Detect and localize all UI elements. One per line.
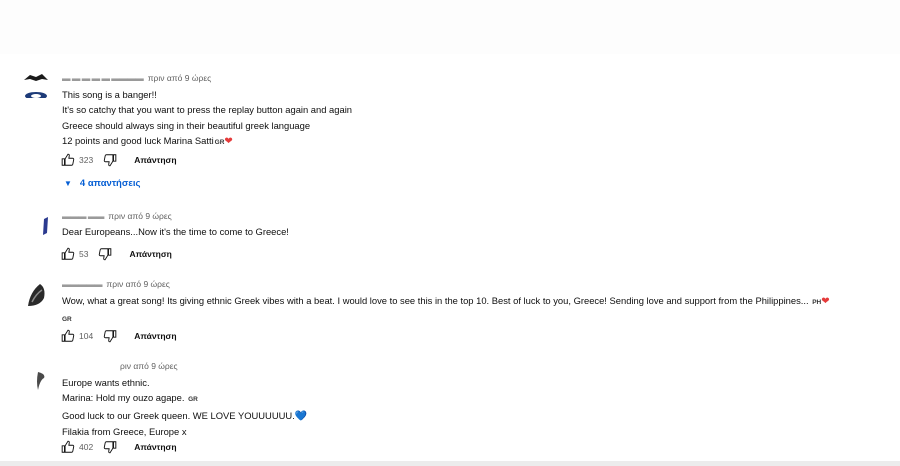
avatar-image <box>28 284 45 306</box>
comment-actions: 323 Απάντηση <box>60 151 177 169</box>
blue-heart-icon: 💙 <box>294 410 308 422</box>
view-replies-button[interactable]: ▼ 4 απαντήσεις <box>64 178 140 189</box>
comment-line-first: Wow, what a great song! Its giving ethni… <box>62 293 830 310</box>
comment-text: This song is a banger!! It's so catchy t… <box>62 87 352 150</box>
thumbs-up-icon[interactable] <box>60 328 76 344</box>
comment-meta: ▬ ▬ ▬ ▬ ▬ ▬▬▬▬ πριν από 9 ώρες <box>62 73 211 83</box>
comment-line: This song is a banger!! <box>62 89 157 100</box>
comment-line: Wow, what a great song! Its giving ethni… <box>62 295 809 306</box>
comment-line: It's so catchy that you want to press th… <box>62 104 352 116</box>
comment-line-second: GR <box>62 310 830 327</box>
flag-text: GR <box>188 396 198 404</box>
flag-text: GR <box>62 316 72 324</box>
bottom-divider <box>0 461 900 466</box>
thumbs-down-icon[interactable] <box>97 246 113 262</box>
flag-text: PH <box>812 299 822 306</box>
comment-line: 12 points and good luck Marina Satti <box>62 134 214 146</box>
caret-down-icon: ▼ <box>64 179 72 188</box>
comment-meta: ▬▬▬▬▬ πριν από 9 ώρες <box>62 279 170 289</box>
replies-label: 4 απαντήσεις <box>79 178 141 189</box>
author-name[interactable]: ▬ ▬ ▬ ▬ ▬ ▬▬▬▬ <box>62 73 144 83</box>
comment-line: Dear Europeans...Now it's the time to co… <box>62 226 289 237</box>
comment-text: Dear Europeans...Now it's the time to co… <box>62 224 289 239</box>
thumbs-down-icon[interactable] <box>102 439 118 455</box>
comment-actions: 402 Απάντηση <box>60 438 177 456</box>
thumbs-down-icon[interactable] <box>102 328 118 344</box>
comment-line-second: Marina: Hold my ouzo agape. GR <box>62 390 307 407</box>
comment-line: Europe wants ethnic. <box>62 377 150 388</box>
comment-actions: 53 Απάντηση <box>60 245 172 263</box>
comment-text: Wow, what a great song! Its giving ethni… <box>62 293 830 328</box>
timestamp[interactable]: πριν από 9 ώρες <box>108 211 172 221</box>
red-heart-icon: ❤ <box>821 296 830 307</box>
reply-button[interactable]: Απάντηση <box>129 249 171 259</box>
avatar[interactable] <box>22 368 50 396</box>
like-count: 323 <box>79 155 94 165</box>
comment-text: Europe wants ethnic. Marina: Hold my ouz… <box>62 375 307 439</box>
top-band <box>0 0 900 54</box>
avatar[interactable] <box>22 280 50 308</box>
comment-line-last: 12 points and good luck Marina SattiGR❤ <box>62 133 352 150</box>
comment-line: Good luck to our Greek queen. WE LOVE YO… <box>62 409 295 421</box>
like-count: 104 <box>79 331 94 341</box>
flag-text: GR <box>214 138 225 146</box>
comment-line: Marina: Hold my ouzo agape. <box>62 392 185 404</box>
timestamp[interactable]: ριν από 9 ώρες <box>120 361 178 371</box>
like-count: 402 <box>79 442 94 452</box>
comment-meta: ▬▬▬ ▬▬ πριν από 9 ώρες <box>62 211 172 221</box>
thumbs-down-icon[interactable] <box>102 152 118 168</box>
comment-line: Filakia from Greece, Europe x <box>62 425 187 437</box>
reply-button[interactable]: Απάντηση <box>134 442 176 452</box>
avatar[interactable] <box>22 70 50 100</box>
timestamp[interactable]: πριν από 9 ώρες <box>148 73 212 83</box>
comment-actions: 104 Απάντηση <box>60 327 177 345</box>
thumbs-up-icon[interactable] <box>60 439 76 455</box>
thumbs-up-icon[interactable] <box>60 152 76 168</box>
thumbs-up-icon[interactable] <box>60 246 76 262</box>
reply-button[interactable]: Απάντηση <box>134 155 176 165</box>
author-name[interactable]: ▬▬▬▬▬ <box>62 279 103 289</box>
red-heart-icon: ❤ <box>224 135 233 147</box>
like-count: 53 <box>79 249 89 259</box>
timestamp[interactable]: πριν από 9 ώρες <box>106 279 170 289</box>
reply-button[interactable]: Απάντηση <box>134 331 176 341</box>
avatar-image <box>24 74 48 100</box>
avatar[interactable] <box>22 213 50 241</box>
comment-meta: ριν από 9 ώρες <box>62 361 178 371</box>
author-name[interactable]: ▬▬▬ ▬▬ <box>62 211 104 221</box>
comment-line-third: Good luck to our Greek queen. WE LOVE YO… <box>62 408 307 424</box>
comment-line: Greece should always sing in their beaut… <box>62 119 311 131</box>
avatar-image <box>43 217 48 235</box>
avatar-image <box>37 372 45 390</box>
